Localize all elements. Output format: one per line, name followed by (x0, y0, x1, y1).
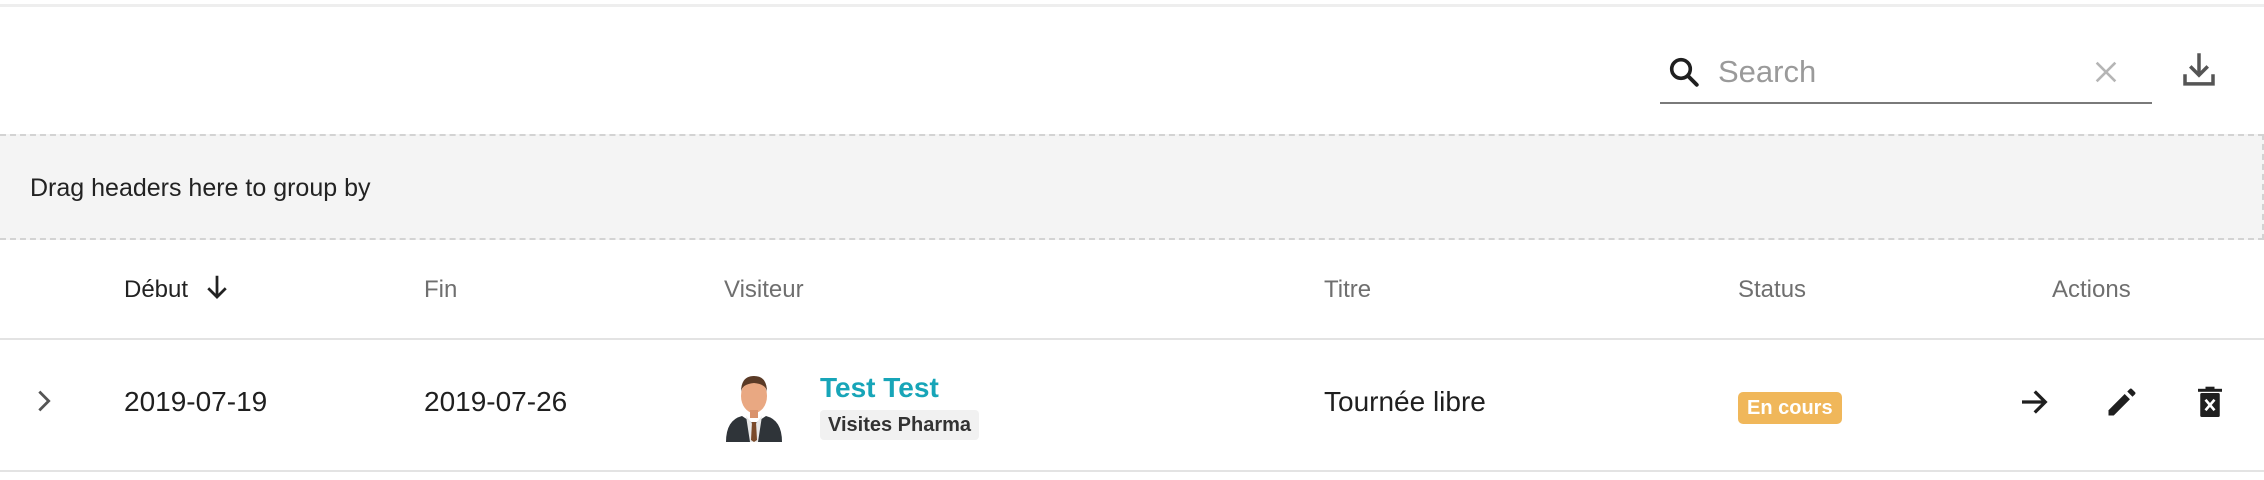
search-input[interactable] (1716, 48, 2080, 96)
search-icon (1669, 57, 1699, 87)
download-icon[interactable] (2178, 48, 2220, 90)
pencil-icon[interactable] (2104, 384, 2140, 420)
status-badge: En cours (1738, 392, 1842, 424)
group-by-panel[interactable]: Drag headers here to group by (0, 134, 2264, 240)
cell-debut: 2019-07-19 (124, 386, 268, 417)
column-header-actions: Actions (2052, 276, 2131, 303)
avatar (726, 376, 782, 442)
column-header-visiteur[interactable]: Visiteur (724, 276, 804, 304)
delete-icon[interactable] (2192, 384, 2228, 420)
cell-fin: 2019-07-26 (424, 386, 568, 417)
data-grid-page: Drag headers here to group by Début Fin … (0, 0, 2264, 480)
column-header-fin[interactable]: Fin (424, 276, 457, 304)
sort-descending-icon[interactable] (202, 272, 232, 302)
column-header-debut[interactable]: Début (124, 276, 188, 304)
arrow-right-icon[interactable] (2016, 384, 2052, 420)
column-header-titre[interactable]: Titre (1324, 276, 1371, 304)
chevron-right-icon[interactable] (30, 386, 58, 416)
visitor-group-chip: Visites Pharma (820, 410, 980, 440)
column-header-status[interactable]: Status (1738, 276, 1806, 304)
search-bar (1660, 42, 2152, 104)
table-header: Début Fin Visiteur Titre Status Actions (0, 238, 2264, 340)
visitor-name-link[interactable]: Test Test (820, 372, 939, 404)
table-row[interactable]: 2019-07-19 2019-07-26 Test Test Visites … (0, 340, 2264, 472)
close-icon[interactable] (2092, 58, 2120, 86)
cell-titre: Tournée libre (1324, 386, 1486, 417)
top-divider (0, 4, 2264, 7)
group-by-hint: Drag headers here to group by (30, 174, 371, 202)
